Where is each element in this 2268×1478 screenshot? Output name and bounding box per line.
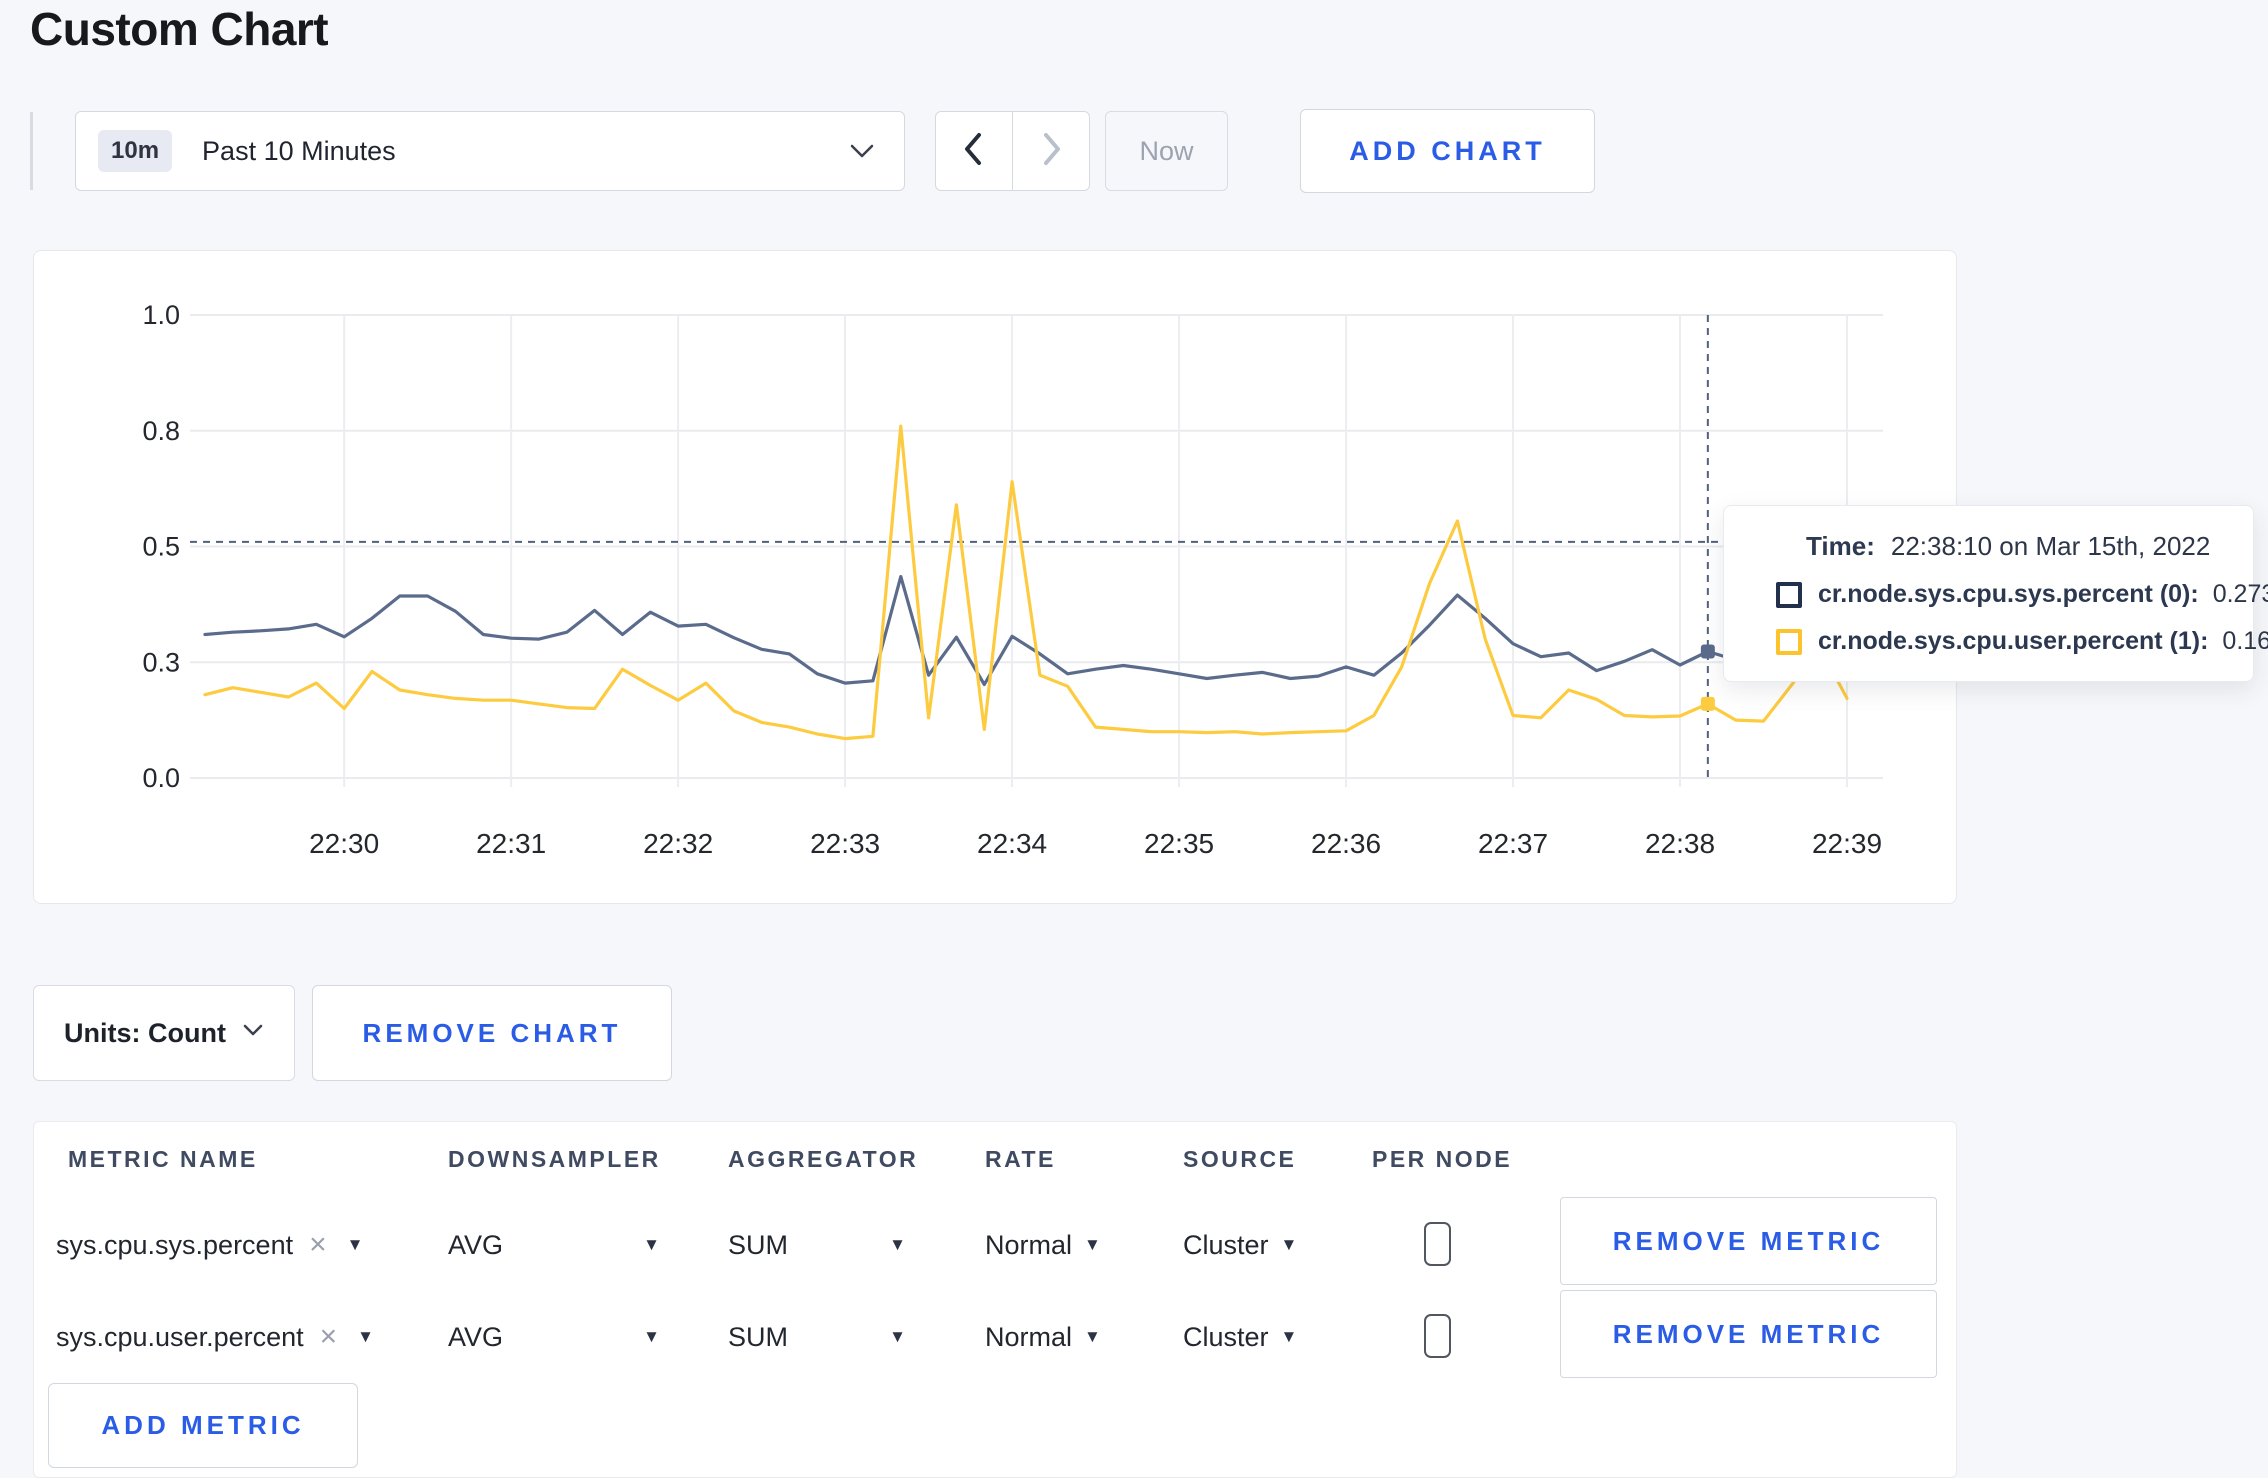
col-header-downsampler: DOWNSAMPLER [448,1146,661,1172]
y-axis-label: 0.5 [142,532,180,562]
metric-name-text: sys.cpu.user.percent [56,1322,304,1352]
x-axis-label: 22:30 [309,828,379,859]
dropdown-caret-icon: ▼ [1084,1327,1101,1346]
custom-chart-page: Custom Chart 10m Past 10 Minutes Now ADD… [0,0,2268,1478]
metric-name-cell[interactable]: sys.cpu.sys.percent × ▼ [56,1228,363,1262]
downsampler-value: AVG [448,1322,504,1352]
hover-point-1 [1700,696,1715,711]
x-axis-label: 22:33 [810,828,880,859]
tooltip-series-row: cr.node.sys.cpu.sys.percent (0): 0.2732 [1776,580,2268,609]
y-axis-label: 0.3 [142,647,180,677]
source-value: Cluster [1183,1230,1269,1260]
downsampler-value: AVG [448,1230,504,1260]
x-axis-label: 22:31 [476,828,546,859]
per-node-checkbox[interactable] [1424,1314,1451,1358]
rate-select[interactable]: Normal ▼ [985,1228,1101,1262]
remove-metric-x-icon[interactable]: × [320,1320,338,1354]
units-label: Units: Count [64,1017,226,1048]
tooltip-series-name: cr.node.sys.cpu.sys.percent (0): [1818,580,2199,608]
col-header-per-node: PER NODE [1372,1146,1513,1172]
x-axis-label: 22:35 [1144,828,1214,859]
aggregator-value: SUM [728,1230,788,1260]
rate-value: Normal [985,1230,1073,1260]
remove-metric-x-icon[interactable]: × [309,1228,327,1262]
metric-name-text: sys.cpu.sys.percent [56,1230,294,1260]
dropdown-caret-icon[interactable]: ▼ [357,1320,374,1354]
y-axis-label: 1.0 [142,300,180,330]
downsampler-select[interactable]: AVG ▼ [448,1320,660,1354]
x-axis-label: 22:34 [977,828,1047,859]
dropdown-caret-icon[interactable]: ▼ [347,1228,364,1262]
x-axis-label: 22:38 [1645,828,1715,859]
aggregator-select[interactable]: SUM ▼ [728,1228,906,1262]
x-axis-label: 22:32 [643,828,713,859]
remove-chart-button[interactable]: REMOVE CHART [312,985,672,1081]
source-select[interactable]: Cluster ▼ [1183,1320,1297,1354]
add-metric-button[interactable]: ADD METRIC [48,1383,358,1468]
chart-tooltip: Time: 22:38:10 on Mar 15th, 2022 cr.node… [1723,505,2268,682]
x-axis-label: 22:36 [1311,828,1381,859]
units-dropdown[interactable]: Units: Count [33,985,295,1081]
y-axis-label: 0.8 [142,416,180,446]
dropdown-caret-icon: ▼ [643,1327,660,1346]
dropdown-caret-icon: ▼ [889,1235,906,1254]
col-header-metric-name: METRIC NAME [68,1146,258,1172]
tooltip-series-value: 0.1601 [2222,627,2268,655]
per-node-checkbox[interactable] [1424,1222,1451,1266]
rate-select[interactable]: Normal ▼ [985,1320,1101,1354]
x-axis-label: 22:37 [1478,828,1548,859]
dropdown-caret-icon: ▼ [1084,1235,1101,1254]
col-header-rate: RATE [985,1146,1056,1172]
dropdown-caret-icon: ▼ [643,1235,660,1254]
remove-metric-button[interactable]: REMOVE METRIC [1560,1197,1937,1285]
dropdown-caret-icon: ▼ [1280,1235,1298,1254]
chevron-down-icon [242,1023,264,1043]
tooltip-time-value: 22:38:10 on Mar 15th, 2022 [1890,531,2211,561]
tooltip-series-name: cr.node.sys.cpu.user.percent (1): [1818,627,2209,655]
series-line-0 [203,574,1849,687]
remove-metric-button[interactable]: REMOVE METRIC [1560,1290,1937,1378]
hover-point-0 [1700,644,1715,659]
tooltip-time-row: Time: 22:38:10 on Mar 15th, 2022 [1806,531,2229,562]
rate-value: Normal [985,1322,1073,1352]
aggregator-value: SUM [728,1322,788,1352]
tooltip-series-value: 0.2732 [2212,580,2268,608]
dropdown-caret-icon: ▼ [889,1327,906,1346]
tooltip-series-row: cr.node.sys.cpu.user.percent (1): 0.1601 [1776,627,2268,656]
dropdown-caret-icon: ▼ [1280,1327,1298,1346]
col-header-source: SOURCE [1183,1146,1297,1172]
source-value: Cluster [1183,1322,1269,1352]
metric-name-cell[interactable]: sys.cpu.user.percent × ▼ [56,1320,374,1354]
timeseries-chart[interactable]: 0.0 0.3 0.5 0.8 1.0 22:30 22:31 22:32 22:33 22:34… [0,0,2268,950]
col-header-aggregator: AGGREGATOR [728,1146,919,1172]
series-swatch-icon [1776,628,1802,655]
tooltip-time-label: Time: [1806,531,1875,561]
y-axis-label: 0.0 [142,763,180,793]
source-select[interactable]: Cluster ▼ [1183,1228,1297,1262]
series-swatch-icon [1776,581,1802,608]
series-line-1 [203,424,1849,741]
x-axis-label: 22:39 [1812,828,1882,859]
downsampler-select[interactable]: AVG ▼ [448,1228,660,1262]
aggregator-select[interactable]: SUM ▼ [728,1320,906,1354]
